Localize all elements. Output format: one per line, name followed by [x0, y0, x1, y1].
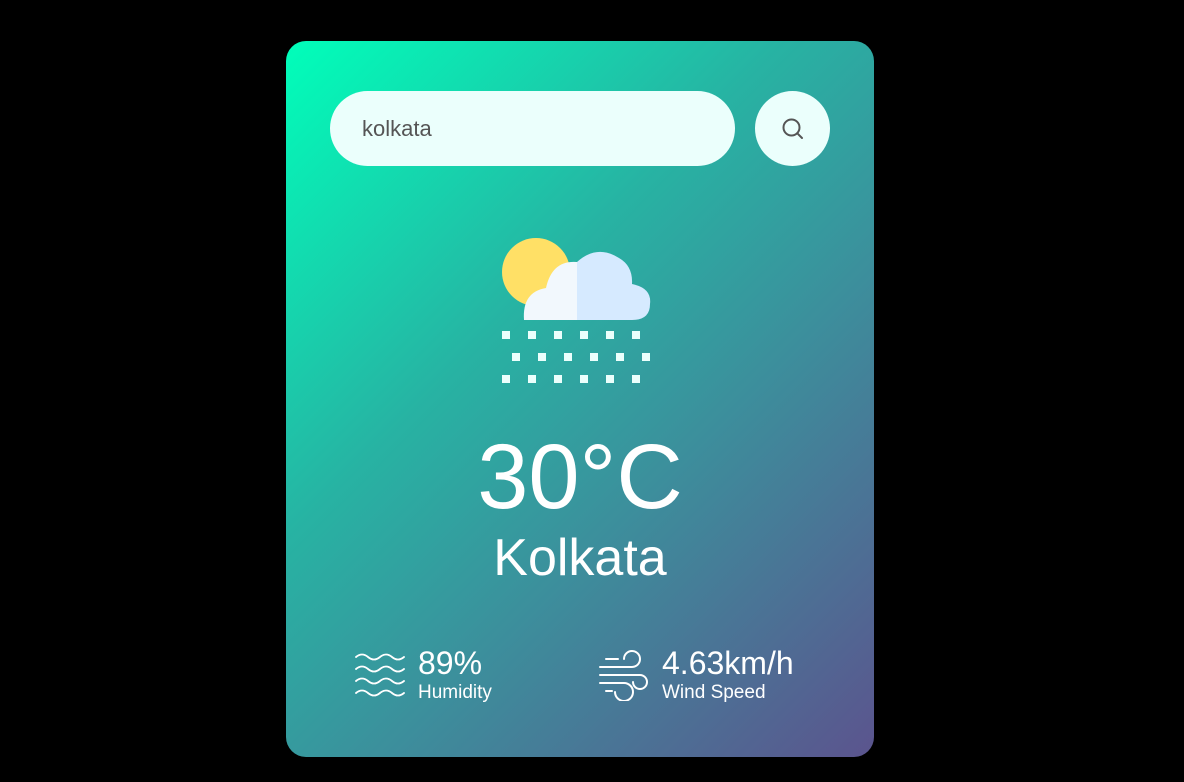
wind-detail: 4.63km/h Wind Speed [598, 645, 794, 705]
city-name: Kolkata [493, 529, 667, 587]
sun-cloud-snow-icon [502, 238, 651, 383]
wind-speed-value: 4.63km/h [662, 645, 794, 681]
wind-icon [599, 650, 648, 701]
temperature: 30°C [477, 426, 683, 528]
humidity-label: Humidity [418, 682, 492, 703]
humidity-value: 89% [418, 645, 483, 681]
search-input[interactable] [330, 91, 735, 166]
wind-speed-label: Wind Speed [662, 682, 766, 703]
humidity-waves-icon [355, 653, 405, 697]
weather-card: 30°C Kolkata 89% Humidity [286, 41, 874, 757]
search-button[interactable] [755, 91, 830, 166]
search-icon [782, 118, 803, 139]
humidity-detail: 89% Humidity [354, 645, 492, 705]
